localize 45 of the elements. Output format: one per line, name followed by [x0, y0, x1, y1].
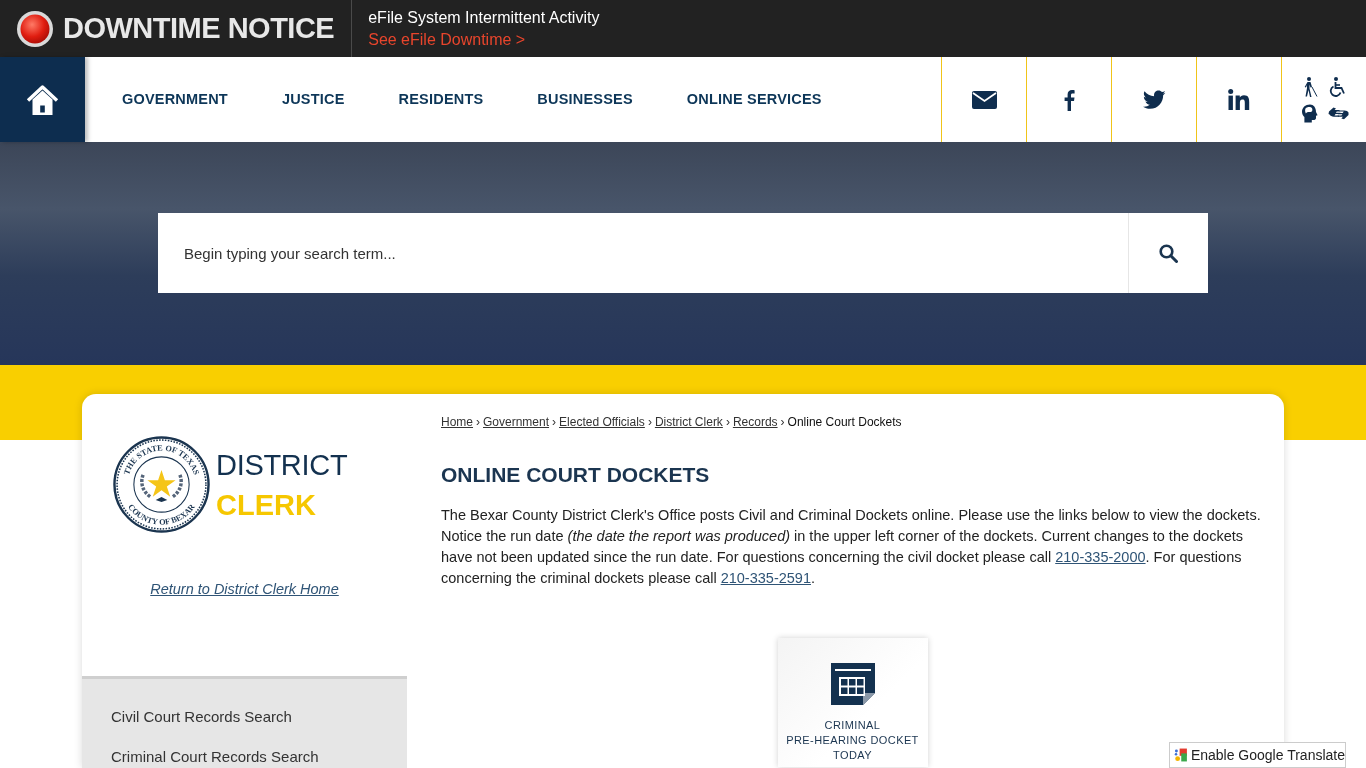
- calendar-icon: [830, 663, 875, 705]
- docket-tile[interactable]: CRIMINAL PRE-HEARING DOCKET TODAY: [777, 638, 928, 767]
- bird-icon: [1142, 90, 1166, 109]
- nav-link[interactable]: GOVERNMENT: [122, 88, 228, 111]
- breadcrumb-link[interactable]: Home: [441, 415, 473, 429]
- nav-link[interactable]: ONLINE SERVICES: [686, 88, 822, 111]
- intro-paragraph: The Bexar County District Clerk's Office posts Civil and Criminal Dockets online. Please use the links below to view the dockets. Notice the run date (the date the report was produced) in the upper left corner of the dockets. Current changes to the dockets have not been updated since the run date. For questions concerning the civil docket please call 210-335-2000. For questions concerning the criminal dockets please call 210-335-2591.: [441, 506, 1262, 588]
- sidebar-menu-item[interactable]: Civil Court Records Search: [82, 708, 292, 726]
- alert-title: DOWNTIME NOTICE: [63, 14, 335, 43]
- search-field[interactable]: Begin typing your search term...: [158, 213, 1128, 293]
- breadcrumb-current: Online Court Dockets: [787, 415, 902, 429]
- breadcrumb-separator: ›: [780, 415, 785, 429]
- breadcrumb-separator: ›: [552, 415, 557, 429]
- phone-link[interactable]: 210-335-2000: [1055, 549, 1146, 565]
- translate-button[interactable]: Enable Google Translate: [1169, 742, 1346, 768]
- alert-message: eFile System Intermittent Activity: [368, 7, 600, 28]
- cane-walker-icon: [1302, 76, 1318, 97]
- house-icon: [26, 83, 59, 116]
- breadcrumb-link[interactable]: Elected Officials: [559, 415, 645, 429]
- linkedin-icon: [1228, 89, 1250, 110]
- nav-link[interactable]: BUSINESSES: [537, 88, 633, 111]
- page-title: ONLINE COURT DOCKETS: [441, 462, 711, 488]
- phone-link[interactable]: 210-335-2591: [720, 570, 811, 586]
- head-profile-icon: [1301, 103, 1319, 123]
- return-home-link[interactable]: Return to District Clerk Home: [150, 579, 339, 599]
- logo-subtitle: CLERK: [216, 487, 317, 523]
- logo-title: DISTRICT: [216, 447, 348, 483]
- breadcrumb-link[interactable]: Government: [483, 415, 550, 429]
- facebook-icon: [1063, 88, 1075, 111]
- nav-link[interactable]: RESIDENTS: [398, 88, 484, 111]
- home-button[interactable]: [0, 57, 85, 142]
- nav-link[interactable]: JUSTICE: [281, 88, 345, 111]
- breadcrumb-link[interactable]: Records: [732, 415, 778, 429]
- wheelchair-icon: [1329, 76, 1347, 97]
- envelope-icon: [971, 90, 997, 109]
- breadcrumb-separator: ›: [647, 415, 652, 429]
- alert-light-icon: [17, 10, 53, 47]
- sidebar-menu-item[interactable]: Criminal Court Records Search: [82, 748, 319, 766]
- breadcrumb-separator: ›: [476, 415, 480, 429]
- search-icon: [1159, 243, 1178, 263]
- docket-label: CRIMINAL PRE-HEARING DOCKET TODAY: [786, 718, 919, 763]
- google-translate-icon: [1174, 747, 1187, 763]
- breadcrumb-link[interactable]: District Clerk: [654, 415, 723, 429]
- breadcrumb-separator: ›: [725, 415, 730, 429]
- downtime-link[interactable]: See eFile Downtime >: [368, 29, 600, 50]
